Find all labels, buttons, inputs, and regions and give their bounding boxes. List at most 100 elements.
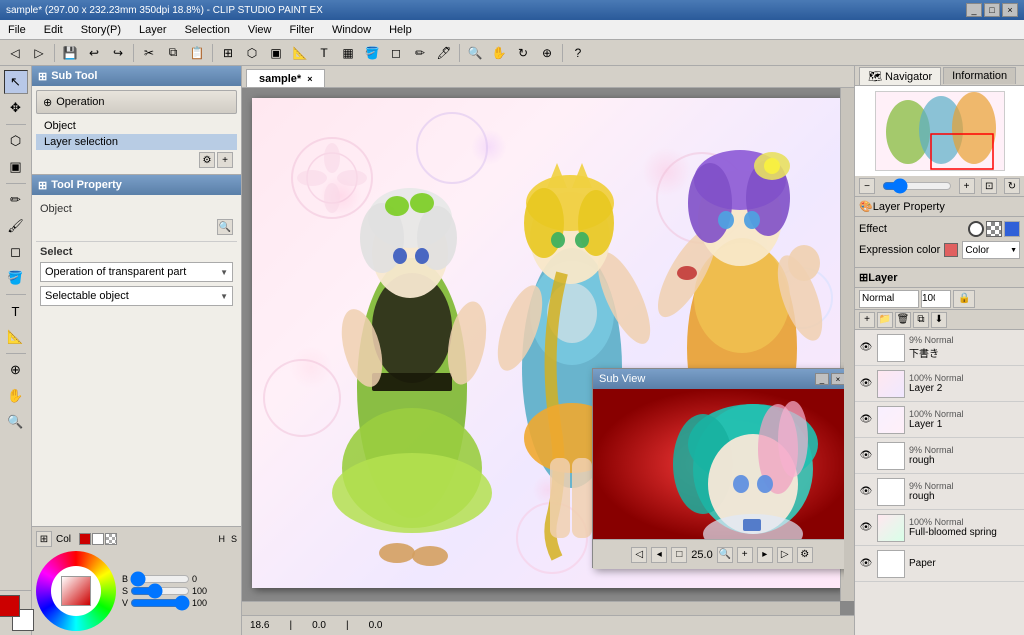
tool-eyedropper[interactable]: ⊕: [4, 358, 28, 382]
sub-view-zoom-in[interactable]: +: [737, 547, 753, 563]
tool-pen[interactable]: ✏: [4, 188, 28, 212]
menu-file[interactable]: File: [4, 22, 30, 38]
tb-paste[interactable]: 📋: [186, 42, 208, 64]
nav-zoom-out[interactable]: −: [859, 178, 875, 194]
sub-view-settings[interactable]: ⚙: [797, 547, 813, 563]
sub-view-zoom-out[interactable]: ◁: [631, 547, 647, 563]
sub-view-zoom-btn[interactable]: 🔍: [717, 547, 733, 563]
sub-view-controls[interactable]: _ ×: [815, 373, 844, 385]
nav-zoom-slider[interactable]: [882, 181, 952, 191]
tb-gradient[interactable]: ▦: [337, 42, 359, 64]
tb-text[interactable]: T: [313, 42, 335, 64]
tool-brush[interactable]: 🖌: [4, 214, 28, 238]
sub-view-minimize[interactable]: _: [815, 373, 829, 385]
nav-rotate[interactable]: ↻: [1004, 178, 1020, 194]
tb-zoom[interactable]: 🔍: [464, 42, 486, 64]
layer-delete[interactable]: 🗑: [895, 312, 911, 328]
tool-move[interactable]: ✥: [4, 96, 28, 120]
tb-undo[interactable]: ↩: [83, 42, 105, 64]
canvas-tab-sample[interactable]: sample* ×: [246, 69, 325, 87]
layer-merge[interactable]: ⬇: [931, 312, 947, 328]
tb-pencil[interactable]: ✏: [409, 42, 431, 64]
tb-new[interactable]: ◁: [4, 42, 26, 64]
layer-visibility-toggle[interactable]: 👁: [859, 377, 873, 391]
fg-bg-color-selector[interactable]: [0, 595, 34, 631]
layer-visibility-toggle[interactable]: 👁: [859, 341, 873, 355]
maximize-button[interactable]: □: [984, 3, 1000, 17]
menu-window[interactable]: Window: [328, 22, 375, 38]
layer-visibility-toggle[interactable]: 👁: [859, 413, 873, 427]
layer-lock-btn[interactable]: 🔒: [953, 290, 975, 308]
layer-visibility-toggle[interactable]: 👁: [859, 557, 873, 571]
layer-item[interactable]: 👁 9% Normal rough: [855, 438, 1024, 474]
tb-lasso[interactable]: ⬡: [241, 42, 263, 64]
sub-view-nav-last[interactable]: ▷: [777, 547, 793, 563]
value-slider[interactable]: [130, 598, 190, 608]
tool-lasso[interactable]: ⬡: [4, 129, 28, 153]
menu-view[interactable]: View: [244, 22, 276, 38]
layer-item[interactable]: 👁 100% Normal Full-bloomed spring: [855, 510, 1024, 546]
minimize-button[interactable]: _: [966, 3, 982, 17]
tb-open[interactable]: ▷: [28, 42, 50, 64]
tb-copy[interactable]: ⧉: [162, 42, 184, 64]
layer-new[interactable]: +: [859, 312, 875, 328]
tb-transform[interactable]: ⊞: [217, 42, 239, 64]
color-swatch1[interactable]: [79, 533, 91, 545]
tool-zoom[interactable]: 🔍: [4, 410, 28, 434]
layer-item[interactable]: 👁 9% Normal 下書き: [855, 330, 1024, 366]
close-button[interactable]: ×: [1002, 3, 1018, 17]
menu-help[interactable]: Help: [385, 22, 416, 38]
tb-eraser[interactable]: ◻: [385, 42, 407, 64]
tb-fill[interactable]: 🪣: [361, 42, 383, 64]
sub-tool-add[interactable]: +: [217, 152, 233, 168]
layer-visibility-toggle[interactable]: 👁: [859, 449, 873, 463]
tb-save[interactable]: 💾: [59, 42, 81, 64]
sub-view-nav-next[interactable]: ▸: [757, 547, 773, 563]
menu-filter[interactable]: Filter: [286, 22, 318, 38]
canvas-wrapper[interactable]: Sub View _ ×: [242, 88, 854, 615]
effect-normal-btn[interactable]: [968, 221, 984, 237]
sub-view-close[interactable]: ×: [831, 373, 844, 385]
sub-tool-settings[interactable]: ⚙: [199, 152, 215, 168]
tab-close[interactable]: ×: [307, 74, 312, 84]
color-options[interactable]: ⊞: [36, 531, 52, 547]
tb-pen[interactable]: 🖊: [433, 42, 455, 64]
layer-folder[interactable]: 📁: [877, 312, 893, 328]
sub-view-fit[interactable]: □: [671, 547, 687, 563]
tb-redo[interactable]: ↪: [107, 42, 129, 64]
layer-duplicate[interactable]: ⧉: [913, 312, 929, 328]
sub-view-nav-prev[interactable]: ◂: [651, 547, 667, 563]
tool-prop-search[interactable]: 🔍: [217, 219, 233, 235]
foreground-color[interactable]: [0, 595, 20, 617]
sub-tool-layer-selection[interactable]: Layer selection: [36, 134, 237, 150]
menu-story[interactable]: Story(P): [77, 22, 125, 38]
color-transparent[interactable]: [105, 533, 117, 545]
tb-ruler[interactable]: 📐: [289, 42, 311, 64]
layer-visibility-toggle[interactable]: 👁: [859, 485, 873, 499]
tab-navigator[interactable]: 🗺 Navigator: [859, 67, 941, 85]
layer-item[interactable]: 👁 100% Normal Layer 2: [855, 366, 1024, 402]
tool-eraser[interactable]: ◻: [4, 240, 28, 264]
tb-help[interactable]: ?: [567, 42, 589, 64]
sub-tool-object[interactable]: Object: [36, 118, 237, 134]
layer-item[interactable]: 👁 100% Normal Layer 1: [855, 402, 1024, 438]
menu-selection[interactable]: Selection: [181, 22, 234, 38]
tool-text[interactable]: T: [4, 299, 28, 323]
layer-item[interactable]: 👁 9% Normal rough: [855, 474, 1024, 510]
operation-dropdown[interactable]: Operation of transparent part: [40, 262, 233, 282]
menu-edit[interactable]: Edit: [40, 22, 67, 38]
color-wheel[interactable]: [36, 551, 116, 631]
operation-button[interactable]: ⊕ Operation: [36, 90, 237, 114]
tool-hand[interactable]: ✋: [4, 384, 28, 408]
blend-mode-select[interactable]: Normal: [859, 290, 919, 308]
color-swatch2[interactable]: [92, 533, 104, 545]
effect-color-btn[interactable]: [1004, 221, 1020, 237]
tool-marquee[interactable]: ▣: [4, 155, 28, 179]
nav-zoom-in[interactable]: +: [959, 178, 975, 194]
tab-information[interactable]: Information: [943, 67, 1016, 84]
tb-rotate[interactable]: ↻: [512, 42, 534, 64]
canvas-scrollbar-horizontal[interactable]: [242, 601, 840, 615]
tb-hand[interactable]: ✋: [488, 42, 510, 64]
opacity-input[interactable]: [921, 290, 951, 308]
layer-item[interactable]: 👁 Paper: [855, 546, 1024, 582]
